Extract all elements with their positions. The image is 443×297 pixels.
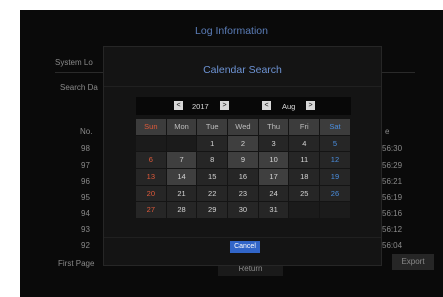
calendar-empty-cell bbox=[320, 202, 351, 218]
table-row-no: 95 bbox=[81, 193, 90, 202]
calendar-day[interactable]: 4 bbox=[289, 135, 321, 152]
calendar-day[interactable]: 26 bbox=[320, 185, 351, 202]
calendar-grid: Sun Mon Tue Wed Thu Fri Sat 1 2 3 4 5 6 7 8 9 10 11 12 13 1… bbox=[136, 119, 351, 219]
calendar-day[interactable]: 6 bbox=[136, 152, 167, 168]
calendar-day[interactable]: 18 bbox=[289, 169, 321, 185]
year-label: 2017 bbox=[192, 102, 209, 111]
weekday-header-row: Sun Mon Tue Wed Thu Fri Sat bbox=[136, 119, 351, 135]
column-time-header: e bbox=[385, 127, 390, 136]
table-row-no: 97 bbox=[81, 161, 90, 170]
calendar-day[interactable]: 13 bbox=[136, 169, 167, 185]
calendar-empty-cell bbox=[136, 135, 167, 152]
calendar-day[interactable]: 20 bbox=[136, 185, 167, 202]
weekday-header: Mon bbox=[166, 119, 198, 135]
divider bbox=[104, 237, 381, 238]
calendar-week-row: 6 7 8 9 10 11 12 bbox=[136, 152, 351, 168]
calendar-day[interactable]: 17 bbox=[258, 169, 290, 185]
calendar-day[interactable]: 14 bbox=[166, 169, 198, 185]
table-row-no: 98 bbox=[81, 144, 90, 153]
calendar-empty-cell bbox=[289, 202, 321, 218]
table-row-no: 96 bbox=[81, 177, 90, 186]
calendar-day[interactable]: 12 bbox=[320, 152, 351, 168]
next-month-button[interactable]: > bbox=[306, 101, 315, 110]
calendar-day[interactable]: 10 bbox=[258, 152, 290, 168]
calendar-empty-cell bbox=[166, 135, 198, 152]
weekday-header: Fri bbox=[289, 119, 321, 135]
weekday-header: Wed bbox=[228, 119, 259, 135]
table-row-no: 93 bbox=[81, 225, 90, 234]
calendar-day[interactable]: 21 bbox=[166, 185, 198, 202]
calendar-week-row: 20 21 22 23 24 25 26 bbox=[136, 185, 351, 202]
weekday-header: Sun bbox=[136, 119, 167, 135]
table-row-time: 56:12 bbox=[382, 225, 403, 234]
page-title: Log Information bbox=[195, 25, 268, 37]
month-label: Aug bbox=[282, 102, 296, 111]
table-row-time: 56:16 bbox=[382, 209, 403, 218]
month-year-navigator: < 2017 > < Aug > bbox=[136, 97, 351, 115]
first-page-button[interactable]: First Page bbox=[58, 259, 94, 268]
calendar-day[interactable]: 27 bbox=[136, 202, 167, 218]
table-row-no: 92 bbox=[81, 241, 90, 250]
table-row-no: 94 bbox=[81, 209, 90, 218]
table-row-time: 56:19 bbox=[382, 193, 403, 202]
column-no-header: No. bbox=[80, 127, 93, 136]
calendar-week-row: 13 14 15 16 17 18 19 bbox=[136, 169, 351, 185]
calendar-day[interactable]: 15 bbox=[197, 169, 229, 185]
calendar-day[interactable]: 2 bbox=[228, 135, 259, 152]
calendar-day[interactable]: 24 bbox=[258, 185, 290, 202]
prev-month-button[interactable]: < bbox=[262, 101, 271, 110]
calendar-day[interactable]: 31 bbox=[258, 202, 290, 218]
calendar-day[interactable]: 5 bbox=[320, 135, 351, 152]
calendar-day[interactable]: 23 bbox=[228, 185, 259, 202]
search-date-label: Search Da bbox=[60, 83, 98, 92]
calendar-day[interactable]: 3 bbox=[258, 135, 290, 152]
calendar-search-dialog: Calendar Search < 2017 > < Aug > Sun Mon T… bbox=[103, 46, 382, 266]
calendar-day[interactable]: 25 bbox=[289, 185, 321, 202]
dialog-title: Calendar Search bbox=[203, 64, 282, 76]
export-button[interactable]: Export bbox=[392, 254, 434, 270]
calendar-day[interactable]: 7 bbox=[166, 152, 198, 168]
tab-system-log[interactable]: System Lo bbox=[55, 58, 93, 67]
divider bbox=[104, 86, 381, 87]
calendar-day[interactable]: 9 bbox=[228, 152, 259, 168]
weekday-header: Tue bbox=[197, 119, 229, 135]
calendar-day[interactable]: 11 bbox=[289, 152, 321, 168]
calendar-day[interactable]: 28 bbox=[166, 202, 198, 218]
calendar-day[interactable]: 19 bbox=[320, 169, 351, 185]
calendar-day[interactable]: 29 bbox=[197, 202, 229, 218]
table-row-time: 56:21 bbox=[382, 177, 403, 186]
cancel-button[interactable]: Cancel bbox=[230, 241, 260, 253]
table-row-time: 56:29 bbox=[382, 161, 403, 170]
calendar-day[interactable]: 16 bbox=[228, 169, 259, 185]
weekday-header: Thu bbox=[258, 119, 290, 135]
calendar-day[interactable]: 8 bbox=[197, 152, 229, 168]
calendar-week-row: 27 28 29 30 31 bbox=[136, 202, 351, 218]
prev-year-button[interactable]: < bbox=[174, 101, 183, 110]
table-row-time: 56:04 bbox=[382, 241, 403, 250]
calendar-day[interactable]: 22 bbox=[197, 185, 229, 202]
calendar-day[interactable]: 1 bbox=[197, 135, 229, 152]
weekday-header: Sat bbox=[320, 119, 351, 135]
next-year-button[interactable]: > bbox=[220, 101, 229, 110]
calendar-week-row: 12345 bbox=[136, 135, 351, 152]
table-row-time: 56:30 bbox=[382, 144, 403, 153]
calendar-day[interactable]: 30 bbox=[228, 202, 259, 218]
